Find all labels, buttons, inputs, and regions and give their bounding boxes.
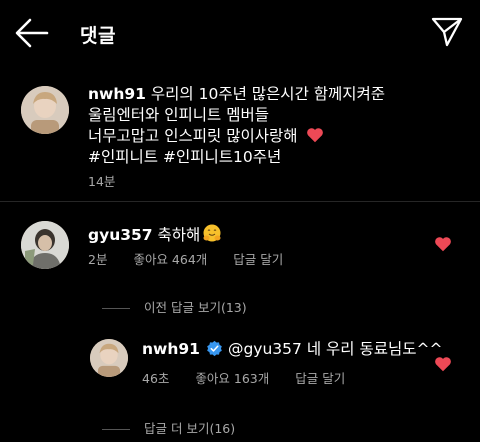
view-replies-line bbox=[102, 429, 130, 430]
view-replies-line bbox=[102, 308, 130, 309]
comment-like-heart-icon[interactable] bbox=[434, 236, 452, 252]
caption-line-1: nwh91 우리의 10주년 많은시간 함께지켜준 bbox=[88, 84, 385, 105]
avatar[interactable] bbox=[21, 221, 69, 269]
comment-username[interactable]: gyu357 bbox=[88, 226, 153, 244]
caption-username[interactable]: nwh91 bbox=[88, 85, 146, 103]
reply-likes-link[interactable]: 좋아요 163개 bbox=[195, 371, 269, 386]
heart-emoji-icon bbox=[307, 128, 324, 143]
reply-username[interactable]: nwh91 bbox=[142, 340, 200, 358]
reply-reply-button[interactable]: 답글 달기 bbox=[295, 371, 345, 386]
reply-text: @gyu357 네 우리 동료님도^^ bbox=[227, 340, 443, 358]
view-previous-replies-label: 이전 답글 보기(13) bbox=[144, 300, 247, 315]
avatar[interactable] bbox=[90, 339, 128, 377]
comment-time: 2분 bbox=[88, 252, 108, 267]
caption-line-2: 울림엔터와 인피니트 멤버들 bbox=[88, 106, 269, 124]
comment-likes-link[interactable]: 좋아요 464개 bbox=[133, 252, 207, 267]
avatar[interactable] bbox=[21, 86, 69, 134]
send-icon[interactable] bbox=[431, 16, 463, 48]
reply-time: 46초 bbox=[142, 371, 170, 386]
comment-body: gyu357 축하해 bbox=[88, 223, 222, 246]
header-bar: 댓글 bbox=[0, 0, 480, 66]
view-previous-replies-button[interactable]: 이전 답글 보기(13) bbox=[102, 297, 247, 316]
caption-time: 14분 bbox=[88, 174, 116, 189]
reply-like-heart-icon[interactable] bbox=[434, 356, 452, 372]
reply-body: nwh91 @gyu357 네 우리 동료님도^^ bbox=[142, 339, 442, 360]
caption-hashtags[interactable]: #인피니트 #인피니트10주년 bbox=[88, 147, 281, 168]
divider bbox=[0, 201, 480, 202]
caption-text: 우리의 10주년 많은시간 함께지켜준 bbox=[150, 85, 386, 103]
page-title: 댓글 bbox=[80, 25, 116, 47]
hugging-face-icon bbox=[203, 224, 221, 242]
comment-text: 축하해 bbox=[157, 226, 201, 244]
view-more-replies-label: 답글 더 보기(16) bbox=[144, 421, 236, 436]
comment-reply-button[interactable]: 답글 달기 bbox=[233, 252, 283, 267]
view-more-replies-button[interactable]: 답글 더 보기(16) bbox=[102, 418, 235, 437]
comment-meta: 2분 좋아요 464개 답글 달기 bbox=[88, 249, 305, 268]
caption-meta: 14분 bbox=[88, 171, 137, 190]
verified-badge-icon bbox=[207, 340, 222, 357]
caption-line-3: 너무고맙고 인스피릿 많이사랑해 bbox=[88, 126, 324, 147]
reply-meta: 46초 좋아요 163개 답글 달기 bbox=[142, 368, 367, 387]
back-arrow-icon[interactable] bbox=[14, 16, 50, 50]
caption-text-3: 너무고맙고 인스피릿 많이사랑해 bbox=[88, 127, 298, 145]
